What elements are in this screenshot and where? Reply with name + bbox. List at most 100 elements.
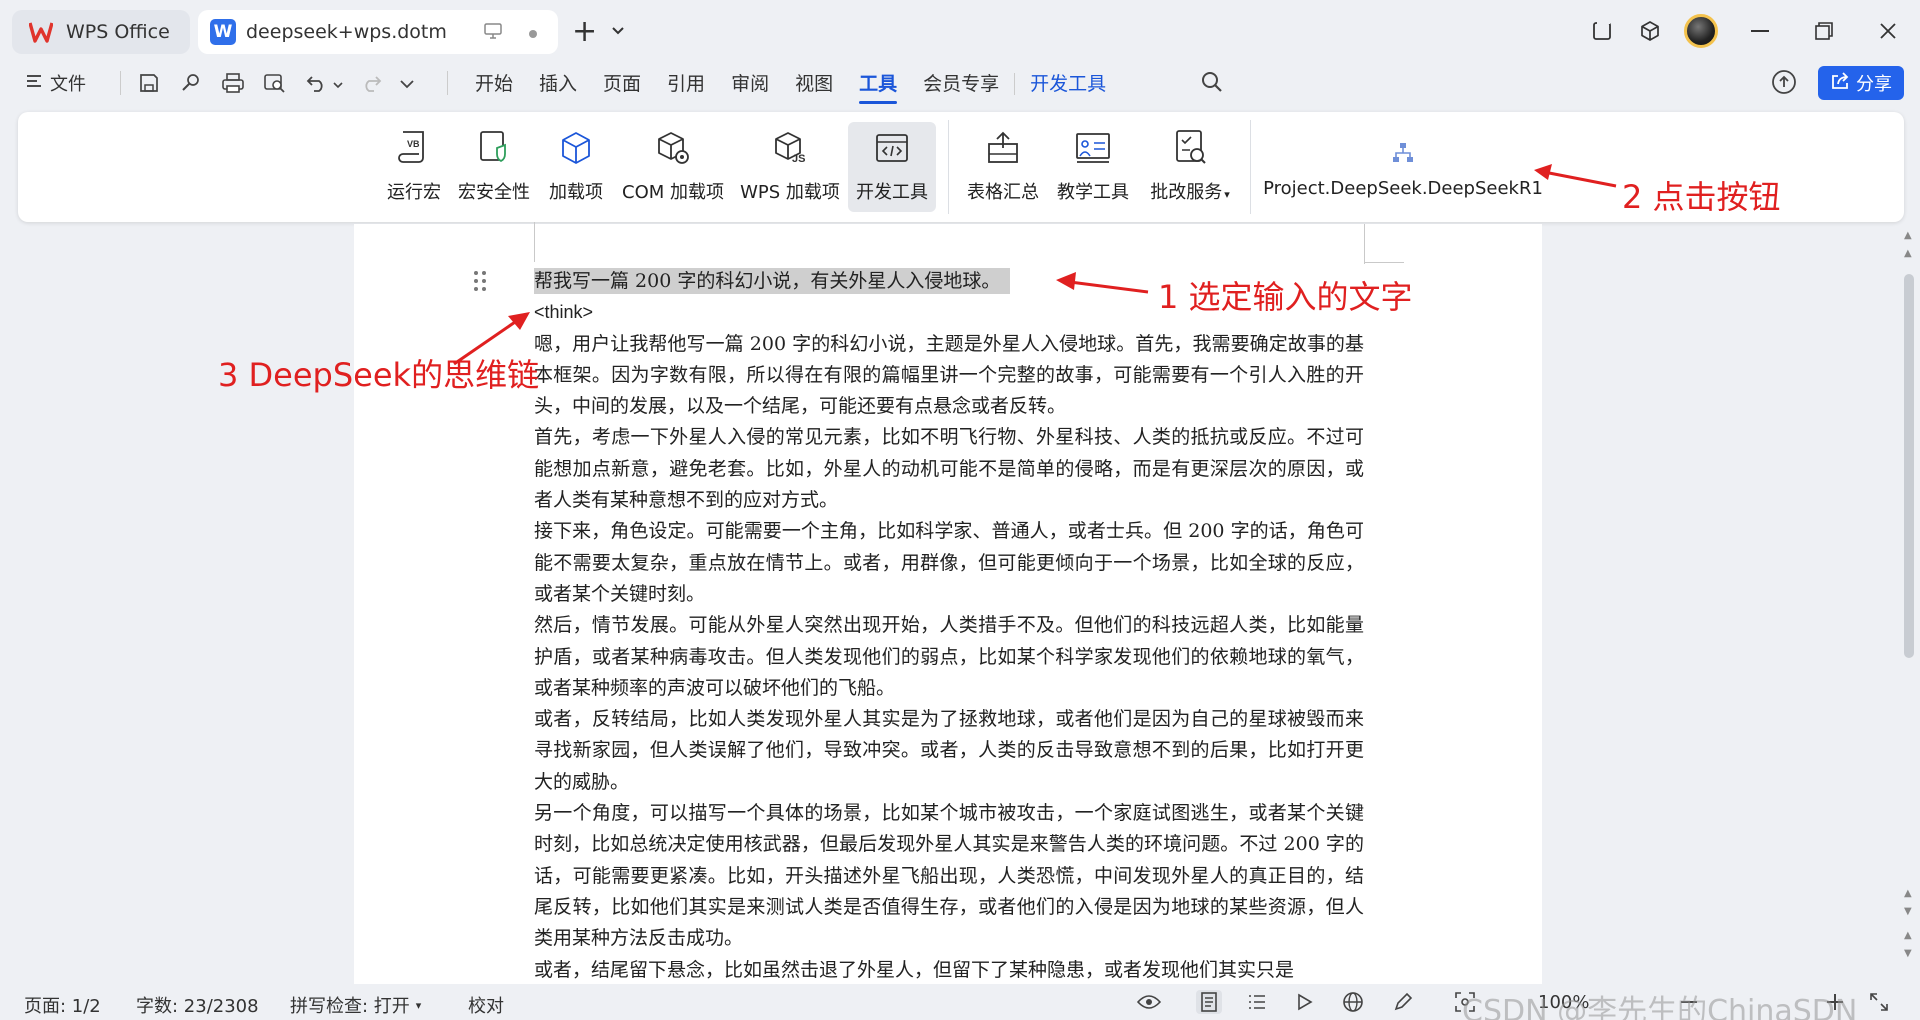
share-button[interactable]: 分享: [1818, 66, 1904, 100]
pen-icon[interactable]: [1390, 990, 1416, 1014]
selected-text[interactable]: 帮我写一篇 200 字的科幻小说，有关外星人入侵地球。: [534, 268, 1011, 294]
scroll-down-icon[interactable]: ▼: [1904, 906, 1912, 917]
print-preview-icon[interactable]: [261, 68, 289, 98]
tab-2[interactable]: 页面: [590, 70, 654, 98]
menu-bar: 文件 开始 插入 页面 引用 审阅 视图 工具 会员专享 开发工具 分享: [0, 62, 1920, 106]
wps-addins-button[interactable]: JS WPS 加载项: [738, 122, 842, 212]
scroll-up-icon[interactable]: ▲: [1904, 888, 1912, 899]
play-icon[interactable]: [1292, 990, 1318, 1014]
title-bar: WPS Office W deepseek+wps.dotm +: [0, 0, 1920, 62]
scroll-down-icon[interactable]: ▼: [1904, 948, 1912, 959]
search-icon[interactable]: [1200, 70, 1224, 98]
tab-wps-office[interactable]: WPS Office: [12, 10, 190, 54]
tab-5[interactable]: 视图: [782, 70, 846, 98]
dev-tools-icon: [874, 122, 910, 166]
unsaved-dot-icon[interactable]: [528, 22, 538, 44]
new-tab-button[interactable]: +: [572, 14, 597, 49]
window-layout-icon[interactable]: [1578, 8, 1626, 54]
margin-corner-mark: [1364, 224, 1365, 264]
proofread-button[interactable]: 校对: [468, 992, 504, 1018]
save-icon[interactable]: [135, 68, 163, 98]
scroll-thumb[interactable]: [1904, 274, 1914, 658]
scroll-up-icon[interactable]: ▲: [1904, 230, 1912, 241]
undo-dropdown-icon[interactable]: [333, 74, 343, 93]
cube-3d-icon[interactable]: [1626, 8, 1674, 54]
wps-addin-icon: JS: [772, 122, 808, 166]
undo-icon[interactable]: [303, 68, 331, 98]
margin-corner-mark: [1364, 262, 1404, 263]
file-label: 文件: [50, 74, 86, 95]
tab-4[interactable]: 审阅: [718, 70, 782, 98]
eye-icon[interactable]: [1136, 990, 1162, 1014]
dev-tools-button[interactable]: 开发工具: [848, 122, 936, 212]
dropdown-caret-icon: ▾: [1224, 188, 1230, 201]
cloud-upload-icon[interactable]: [1770, 68, 1798, 100]
web-view-icon[interactable]: [1340, 990, 1366, 1014]
tab-0[interactable]: 开始: [462, 70, 526, 98]
macro-shield-icon: [477, 122, 511, 166]
addins-button[interactable]: 加载项: [544, 122, 608, 212]
page-indicator[interactable]: 页面: 1/2: [24, 992, 101, 1018]
paragraph-drag-handle-icon[interactable]: [472, 270, 488, 297]
table-summary-button[interactable]: 表格汇总: [962, 122, 1044, 212]
status-bar: 页面: 1/2 字数: 23/2308 拼写检查: 打开 ▾ 校对 100% C…: [0, 984, 1920, 1020]
paragraph[interactable]: 嗯，用户让我帮他写一篇 200 字的科幻小说，主题是外星人入侵地球。首先，我需要…: [534, 329, 1364, 423]
tab-6[interactable]: 工具: [846, 70, 910, 104]
share-icon: [1830, 71, 1850, 95]
scroll-up-icon[interactable]: ▲: [1904, 930, 1912, 941]
annotation-arrow-1: [1056, 272, 1149, 294]
tab-3[interactable]: 引用: [654, 70, 718, 98]
macro-security-button[interactable]: 宏安全性: [454, 122, 534, 212]
redo-icon[interactable]: [357, 68, 385, 98]
more-chevron-icon[interactable]: [399, 74, 415, 93]
user-avatar[interactable]: [1684, 14, 1718, 48]
wps-logo-icon: [28, 19, 54, 45]
margin-corner-mark: [534, 222, 535, 262]
tab-7[interactable]: 会员专享: [910, 70, 1012, 98]
table-summary-icon: [985, 122, 1021, 166]
fit-window-icon[interactable]: [1866, 990, 1892, 1014]
deepseek-r1-button[interactable]: Project.DeepSeek.DeepSeekR1: [1263, 122, 1543, 212]
correction-service-button[interactable]: 批改服务 ▾: [1142, 122, 1238, 212]
document-body[interactable]: 帮我写一篇 200 字的科幻小说，有关外星人入侵地球。 <think> 嗯，用户…: [534, 266, 1364, 986]
project-tree-icon: [1390, 122, 1416, 166]
tab-label: deepseek+wps.dotm: [246, 21, 447, 43]
word-count[interactable]: 字数: 23/2308: [136, 992, 259, 1018]
format-painter-icon[interactable]: [177, 68, 205, 98]
tab-1[interactable]: 插入: [526, 70, 590, 98]
paragraph[interactable]: 首先，考虑一下外星人入侵的常见元素，比如不明飞行物、外星科技、人类的抵抗或反应。…: [534, 422, 1364, 516]
writer-doc-icon: W: [210, 19, 236, 45]
vertical-scrollbar[interactable]: ▲ ▲ ▲ ▼ ▲ ▼: [1898, 226, 1920, 986]
minimize-button[interactable]: [1728, 8, 1792, 54]
close-button[interactable]: [1856, 8, 1920, 54]
paragraph[interactable]: 另一个角度，可以描写一个具体的场景，比如某个城市被攻击，一个家庭试图逃生，或者某…: [534, 798, 1364, 954]
paragraph[interactable]: 或者，结尾留下悬念，比如虽然击退了外星人，但留下了某种隐患，或者发现他们其实只是: [534, 955, 1364, 986]
paragraph[interactable]: 接下来，角色设定。可能需要一个主角，比如科学家、普通人，或者士兵。但 200 字…: [534, 516, 1364, 610]
file-menu[interactable]: 文件: [26, 70, 86, 96]
cube-icon: [559, 122, 593, 166]
svg-text:VB: VB: [407, 139, 420, 149]
tab-label: WPS Office: [66, 21, 170, 43]
svg-text:JS: JS: [792, 153, 805, 165]
tab-document[interactable]: W deepseek+wps.dotm: [198, 10, 558, 54]
vb-script-icon: VB: [397, 122, 431, 166]
outline-view-icon[interactable]: [1244, 990, 1270, 1014]
correction-service-icon: [1172, 122, 1208, 166]
chevron-down-icon[interactable]: [611, 24, 625, 40]
scroll-up-icon[interactable]: ▲: [1904, 248, 1912, 259]
ribbon-divider: [1250, 120, 1251, 214]
annotation-step-3: 3 DeepSeek的思维链: [218, 356, 540, 394]
paragraph[interactable]: 然后，情节发展。可能从外星人突然出现开始，人类措手不及。但他们的科技远超人类，比…: [534, 610, 1364, 704]
tab-8[interactable]: 开发工具: [1017, 70, 1119, 98]
com-addins-button[interactable]: COM 加载项: [618, 122, 728, 212]
run-macro-button[interactable]: VB 运行宏: [382, 122, 446, 212]
paragraph[interactable]: 或者，反转结局，比如人类发现外星人其实是为了拯救地球，或者他们是因为自己的星球被…: [534, 704, 1364, 798]
spell-check-status[interactable]: 拼写检查: 打开 ▾: [290, 992, 421, 1018]
annotation-step-1: 1 选定输入的文字: [1158, 278, 1413, 316]
print-icon[interactable]: [219, 68, 247, 98]
restore-button[interactable]: [1792, 8, 1856, 54]
hamburger-icon: [26, 73, 42, 94]
teaching-tools-button[interactable]: 教学工具: [1052, 122, 1134, 212]
page-view-icon[interactable]: [1196, 990, 1222, 1014]
monitor-icon[interactable]: [484, 22, 502, 44]
